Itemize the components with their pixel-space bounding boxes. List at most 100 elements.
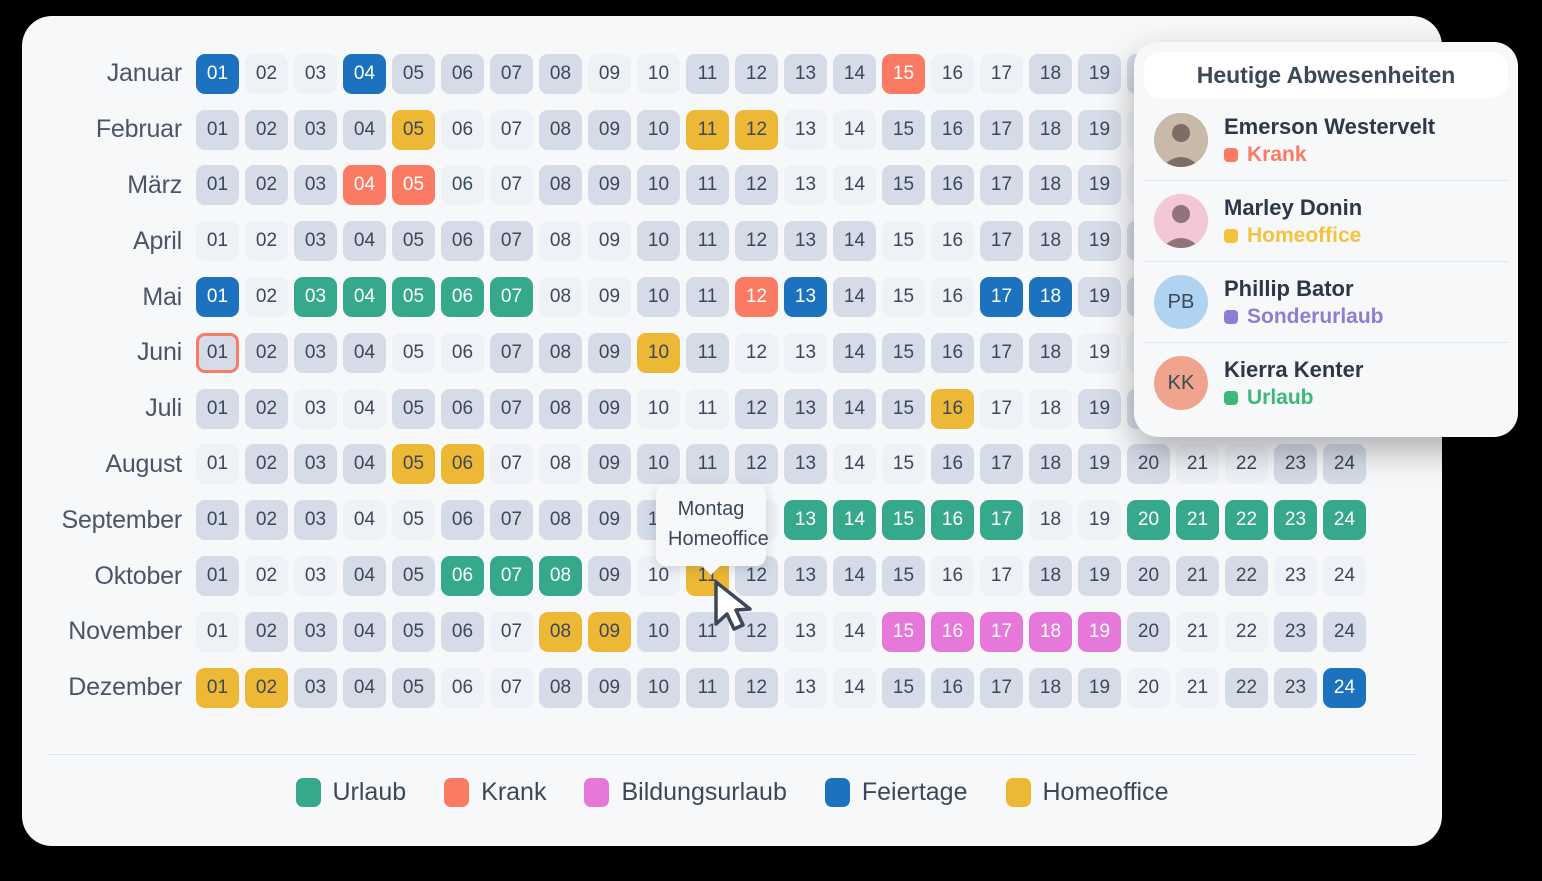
day-cell[interactable]: 05: [392, 165, 435, 206]
day-cell[interactable]: 17: [980, 109, 1023, 150]
day-cell[interactable]: 08: [539, 388, 582, 429]
day-cell[interactable]: 12: [735, 388, 778, 429]
day-cell[interactable]: 14: [833, 611, 876, 652]
day-cell[interactable]: 13: [784, 611, 827, 652]
day-cell[interactable]: 08: [539, 221, 582, 262]
day-cell[interactable]: 15: [882, 332, 925, 373]
day-cell[interactable]: 14: [833, 277, 876, 318]
day-cell[interactable]: 18: [1029, 332, 1072, 373]
day-cell[interactable]: 17: [980, 444, 1023, 485]
day-cell[interactable]: 24: [1323, 556, 1366, 597]
day-cell[interactable]: 02: [245, 556, 288, 597]
absence-list-item[interactable]: KK Kierra Kenter Urlaub: [1144, 343, 1508, 423]
day-cell[interactable]: 24: [1323, 667, 1366, 708]
day-cell[interactable]: 11: [686, 277, 729, 318]
day-cell[interactable]: 08: [539, 109, 582, 150]
day-cell[interactable]: 07: [490, 611, 533, 652]
day-cell[interactable]: 04: [343, 221, 386, 262]
day-cell[interactable]: 16: [931, 388, 974, 429]
day-cell[interactable]: 18: [1029, 611, 1072, 652]
day-cell[interactable]: 19: [1078, 109, 1121, 150]
day-cell[interactable]: 01: [196, 500, 239, 541]
day-cell[interactable]: 06: [441, 109, 484, 150]
day-cell[interactable]: 07: [490, 109, 533, 150]
day-cell[interactable]: 04: [343, 277, 386, 318]
day-cell[interactable]: 02: [245, 332, 288, 373]
day-cell[interactable]: 10: [637, 388, 680, 429]
day-cell[interactable]: 09: [588, 444, 631, 485]
day-cell[interactable]: 17: [980, 611, 1023, 652]
day-cell[interactable]: 02: [245, 444, 288, 485]
day-cell[interactable]: 04: [343, 556, 386, 597]
day-cell[interactable]: 03: [294, 500, 337, 541]
day-cell[interactable]: 04: [343, 611, 386, 652]
day-cell[interactable]: 20: [1127, 500, 1170, 541]
day-cell[interactable]: 14: [833, 667, 876, 708]
day-cell[interactable]: 12: [735, 277, 778, 318]
day-cell[interactable]: 19: [1078, 611, 1121, 652]
day-cell[interactable]: 03: [294, 388, 337, 429]
day-cell[interactable]: 10: [637, 53, 680, 94]
day-cell[interactable]: 14: [833, 556, 876, 597]
day-cell[interactable]: 14: [833, 53, 876, 94]
day-cell[interactable]: 05: [392, 53, 435, 94]
day-cell[interactable]: 11: [686, 221, 729, 262]
day-cell[interactable]: 12: [735, 53, 778, 94]
day-cell[interactable]: 13: [784, 53, 827, 94]
day-cell[interactable]: 17: [980, 332, 1023, 373]
day-cell[interactable]: 19: [1078, 556, 1121, 597]
day-cell[interactable]: 08: [539, 667, 582, 708]
day-cell[interactable]: 06: [441, 277, 484, 318]
day-cell[interactable]: 20: [1127, 556, 1170, 597]
day-cell[interactable]: 20: [1127, 444, 1170, 485]
day-cell[interactable]: 20: [1127, 611, 1170, 652]
day-cell[interactable]: 05: [392, 388, 435, 429]
day-cell[interactable]: 23: [1274, 667, 1317, 708]
day-cell[interactable]: 10: [637, 165, 680, 206]
day-cell[interactable]: 23: [1274, 556, 1317, 597]
absence-list-item[interactable]: Marley Donin Homeoffice: [1144, 181, 1508, 262]
day-cell[interactable]: 05: [392, 667, 435, 708]
day-cell[interactable]: 07: [490, 444, 533, 485]
day-cell[interactable]: 10: [637, 611, 680, 652]
day-cell[interactable]: 07: [490, 53, 533, 94]
day-cell[interactable]: 03: [294, 611, 337, 652]
day-cell[interactable]: 07: [490, 165, 533, 206]
day-cell[interactable]: 06: [441, 53, 484, 94]
day-cell[interactable]: 18: [1029, 388, 1072, 429]
day-cell[interactable]: 14: [833, 109, 876, 150]
day-cell[interactable]: 13: [784, 500, 827, 541]
day-cell[interactable]: 14: [833, 500, 876, 541]
day-cell[interactable]: 15: [882, 109, 925, 150]
day-cell[interactable]: 09: [588, 165, 631, 206]
day-cell[interactable]: 18: [1029, 53, 1072, 94]
day-cell[interactable]: 01: [196, 556, 239, 597]
day-cell[interactable]: 13: [784, 667, 827, 708]
day-cell[interactable]: 18: [1029, 556, 1072, 597]
day-cell[interactable]: 10: [637, 444, 680, 485]
day-cell[interactable]: 21: [1176, 444, 1219, 485]
day-cell[interactable]: 02: [245, 109, 288, 150]
day-cell[interactable]: 13: [784, 221, 827, 262]
day-cell[interactable]: 09: [588, 556, 631, 597]
day-cell[interactable]: 15: [882, 444, 925, 485]
day-cell[interactable]: 02: [245, 221, 288, 262]
day-cell[interactable]: 19: [1078, 332, 1121, 373]
day-cell[interactable]: 08: [539, 277, 582, 318]
day-cell[interactable]: 13: [784, 444, 827, 485]
day-cell[interactable]: 18: [1029, 109, 1072, 150]
day-cell[interactable]: 14: [833, 388, 876, 429]
day-cell[interactable]: 06: [441, 221, 484, 262]
day-cell[interactable]: 17: [980, 388, 1023, 429]
day-cell[interactable]: 07: [490, 388, 533, 429]
day-cell[interactable]: 16: [931, 165, 974, 206]
day-cell[interactable]: 02: [245, 667, 288, 708]
day-cell[interactable]: 16: [931, 444, 974, 485]
day-cell[interactable]: 01: [196, 667, 239, 708]
day-cell[interactable]: 10: [637, 332, 680, 373]
day-cell[interactable]: 21: [1176, 667, 1219, 708]
day-cell[interactable]: 16: [931, 53, 974, 94]
day-cell[interactable]: 02: [245, 277, 288, 318]
day-cell[interactable]: 06: [441, 332, 484, 373]
day-cell[interactable]: 18: [1029, 221, 1072, 262]
